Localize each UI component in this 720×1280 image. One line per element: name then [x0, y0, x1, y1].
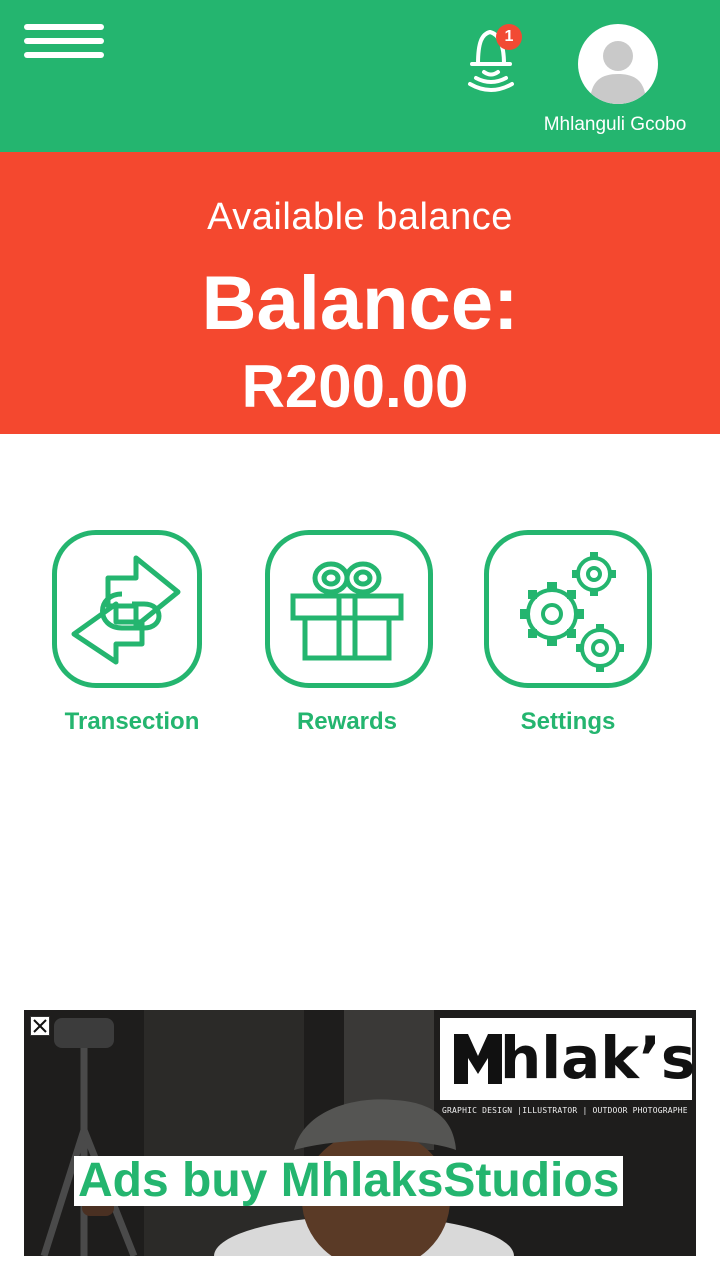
ad-headline: Ads buy MhlaksStudios	[74, 1156, 624, 1206]
balance-panel: Available balance Balance: R200.00	[0, 152, 720, 434]
logo-m-icon	[454, 1034, 502, 1084]
rewards-label: Rewards	[296, 708, 398, 735]
balance-amount: R200.00	[241, 353, 469, 420]
gift-icon	[290, 561, 404, 661]
user-avatar[interactable]	[578, 24, 658, 104]
app-header: 1 Mhlanguli Gcobo	[0, 0, 720, 152]
transaction-label: Transection	[64, 708, 200, 735]
gears-icon	[520, 552, 624, 672]
ad-logo-text: hlak’s	[500, 1024, 696, 1092]
balance-title: Balance:	[201, 261, 519, 346]
transaction-tile[interactable]: Transection	[52, 530, 222, 740]
settings-tile[interactable]: Settings	[484, 530, 654, 740]
transfer-arrows-icon	[71, 555, 181, 665]
person-silhouette-icon	[590, 41, 646, 104]
ad-logo: hlak’s	[440, 1018, 696, 1100]
settings-label: Settings	[520, 708, 616, 735]
user-name: Mhlanguli Gcobo	[543, 114, 687, 135]
notification-badge: 1	[496, 24, 522, 50]
ad-tagline: GRAPHIC DESIGN |ILLUSTRATOR | OUTDOOR PH…	[442, 1106, 688, 1115]
rewards-tile[interactable]: Rewards	[265, 530, 435, 740]
ad-banner[interactable]: hlak’s GRAPHIC DESIGN |ILLUSTRATOR | OUT…	[24, 1010, 696, 1256]
hamburger-menu-icon[interactable]	[24, 24, 104, 60]
balance-caption: Available balance	[207, 196, 513, 238]
close-icon[interactable]	[30, 1016, 50, 1036]
